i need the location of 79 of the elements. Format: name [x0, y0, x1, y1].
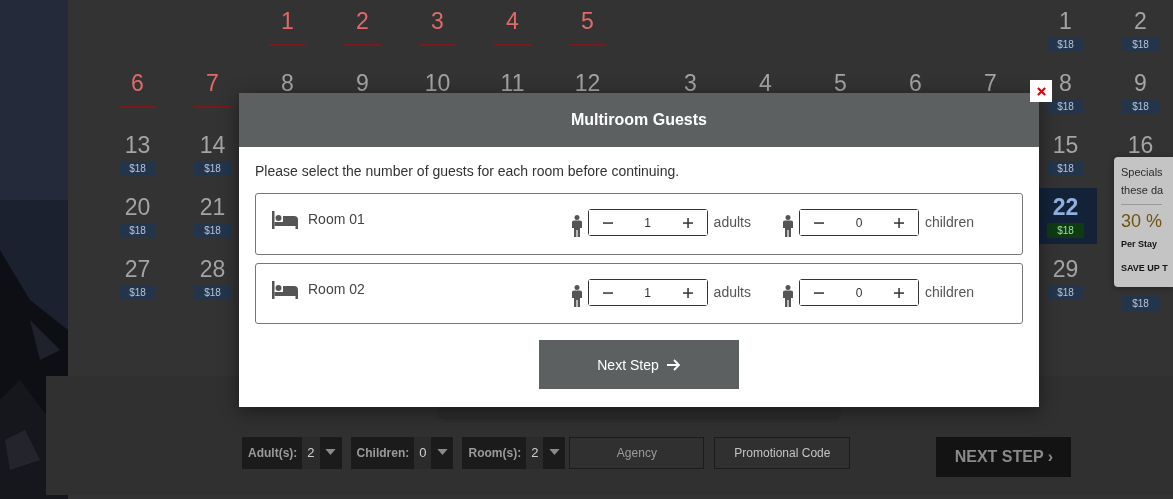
next-step-button[interactable]: NEXT STEP › [936, 437, 1072, 477]
arrow-icon [666, 358, 681, 371]
price-tag: $18 [1122, 37, 1159, 52]
calendar-day[interactable]: 9 $18 [1109, 64, 1172, 120]
promo-code-button[interactable]: Promotional Code [714, 437, 851, 469]
tooltip-text: Specials [1121, 165, 1163, 180]
tooltip-text: SAVE UP T [1121, 262, 1168, 275]
guest-select[interactable]: Adult(s): 2 [242, 437, 342, 469]
stepper-value: 0 [854, 285, 864, 300]
plus-icon [682, 217, 693, 228]
guest-type-label: adults [713, 284, 751, 300]
price-tag: $18 [194, 161, 231, 176]
select-label: Adult(s): [247, 445, 299, 462]
calendar-day[interactable]: 1 [256, 2, 319, 58]
calendar-day[interactable]: 5 [556, 2, 619, 58]
calendar-day[interactable]: 3 [406, 2, 469, 58]
calendar-day[interactable]: 15 $18 [1034, 126, 1097, 182]
price-tag: $18 [1047, 223, 1084, 238]
person-icon [569, 215, 584, 237]
person-icon [780, 215, 795, 237]
room-name: Room 01 [308, 210, 365, 228]
select-value: 2 [302, 437, 320, 469]
select-value: 2 [526, 437, 544, 469]
room-name: Room 02 [308, 280, 365, 298]
select-label: Room(s): [467, 445, 523, 462]
tooltip-text: Per Stay [1121, 238, 1158, 251]
guest-type-label: adults [713, 214, 751, 230]
tooltip-text: these da [1121, 183, 1164, 198]
calendar-day[interactable]: 4 [481, 2, 544, 58]
price-tag: $18 [1047, 161, 1084, 176]
caret-icon [436, 449, 448, 455]
calendar-day[interactable]: 2 $18 [1109, 2, 1172, 58]
plus-icon [893, 287, 904, 298]
stepper-value: 0 [854, 215, 864, 230]
calendar-day[interactable]: 1 $18 [1034, 2, 1097, 58]
caret-icon [548, 449, 560, 455]
calendar-day[interactable]: 27 $18 [106, 250, 169, 306]
calendar-day[interactable]: 13 $18 [106, 126, 169, 182]
price-tag: $18 [119, 161, 156, 176]
price-tag: $18 [1122, 296, 1159, 311]
calendar-day[interactable]: 2 [331, 2, 394, 58]
price-tag: $18 [1047, 37, 1084, 52]
instruction-text: Please select the number of guests for each room before continuing. [255, 163, 681, 179]
select-label: Children: [355, 445, 411, 462]
price-tag: $18 [194, 285, 231, 300]
caret-icon [325, 449, 337, 455]
calendar-day[interactable]: 8 $18 [1034, 64, 1097, 120]
stepper-value: 1 [643, 215, 652, 230]
calendar-day[interactable]: 20 $18 [106, 188, 169, 244]
bed-icon [272, 211, 298, 229]
price-tag: $18 [119, 223, 156, 238]
agency-field[interactable]: Agency [569, 437, 705, 469]
dialog-title: Multiroom Guests [571, 111, 707, 129]
price-tag: $18 [119, 285, 156, 300]
close-button[interactable] [1030, 80, 1052, 102]
guest-select[interactable]: Children: 0 [350, 437, 454, 469]
price-tag: $18 [1047, 99, 1084, 114]
calendar-day[interactable]: 14 $18 [181, 126, 244, 182]
guest-select[interactable]: Room(s): 2 [462, 437, 566, 469]
calendar-day[interactable]: 6 [106, 64, 169, 120]
select-value: 0 [414, 437, 432, 469]
guest-type-label: children [924, 214, 974, 230]
calendar-day[interactable]: 28 $18 [181, 250, 244, 306]
price-tag: $18 [1047, 285, 1084, 300]
plus-icon [893, 217, 904, 228]
calendar-day[interactable]: 29 $18 [1034, 250, 1097, 306]
person-icon [569, 285, 584, 307]
price-tag: $18 [1122, 99, 1159, 114]
plus-icon [682, 287, 693, 298]
tooltip-text: 30 % [1121, 204, 1163, 232]
guest-type-label: children [924, 284, 974, 300]
price-tag: $18 [194, 223, 231, 238]
calendar-day[interactable]: 7 [181, 64, 244, 120]
person-icon [780, 285, 795, 307]
close-icon [1036, 86, 1046, 96]
calendar-day[interactable]: 21 $18 [181, 188, 244, 244]
stepper-value: 1 [643, 285, 652, 300]
bed-icon [272, 281, 298, 299]
next-step-button[interactable]: Next Step [539, 340, 739, 389]
